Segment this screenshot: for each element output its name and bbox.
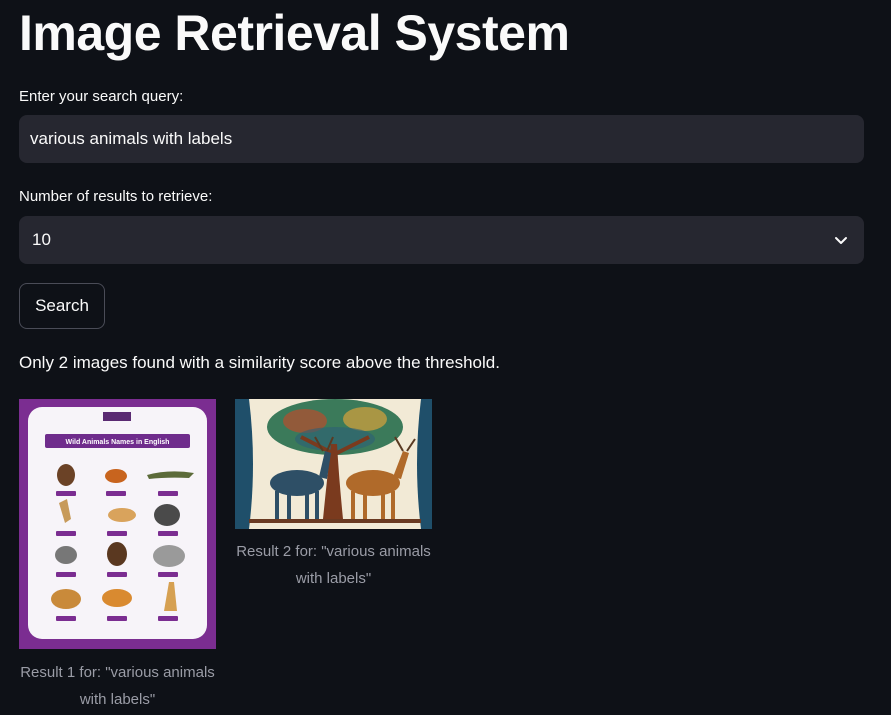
poster-heading: Wild Animals Names in English (66, 439, 170, 446)
search-button[interactable]: Search (19, 283, 105, 329)
result-caption: Result 1 for: "various animals with labe… (20, 664, 215, 708)
result-caption: Result 2 for: "various animals with labe… (236, 543, 431, 587)
deer-tree-artwork-image (235, 399, 432, 529)
result-card: Result 2 for: "various animals with labe… (235, 399, 432, 592)
result-image[interactable]: Wild Animals Names in English (19, 399, 216, 649)
result-count-label: Number of results to retrieve: (19, 188, 213, 205)
result-card: Wild Animals Names in English Result 1 f… (19, 399, 216, 713)
animals-poster-image: Wild Animals Names in English (19, 399, 216, 649)
page-title: Image Retrieval System (19, 5, 570, 61)
status-message: Only 2 images found with a similarity sc… (19, 353, 500, 372)
chevron-down-icon (835, 237, 847, 244)
result-count-value: 10 (32, 230, 51, 249)
search-query-input[interactable] (19, 115, 864, 163)
search-query-label: Enter your search query: (19, 88, 184, 105)
result-image[interactable] (235, 399, 432, 529)
result-count-select[interactable]: 10 (19, 216, 864, 264)
